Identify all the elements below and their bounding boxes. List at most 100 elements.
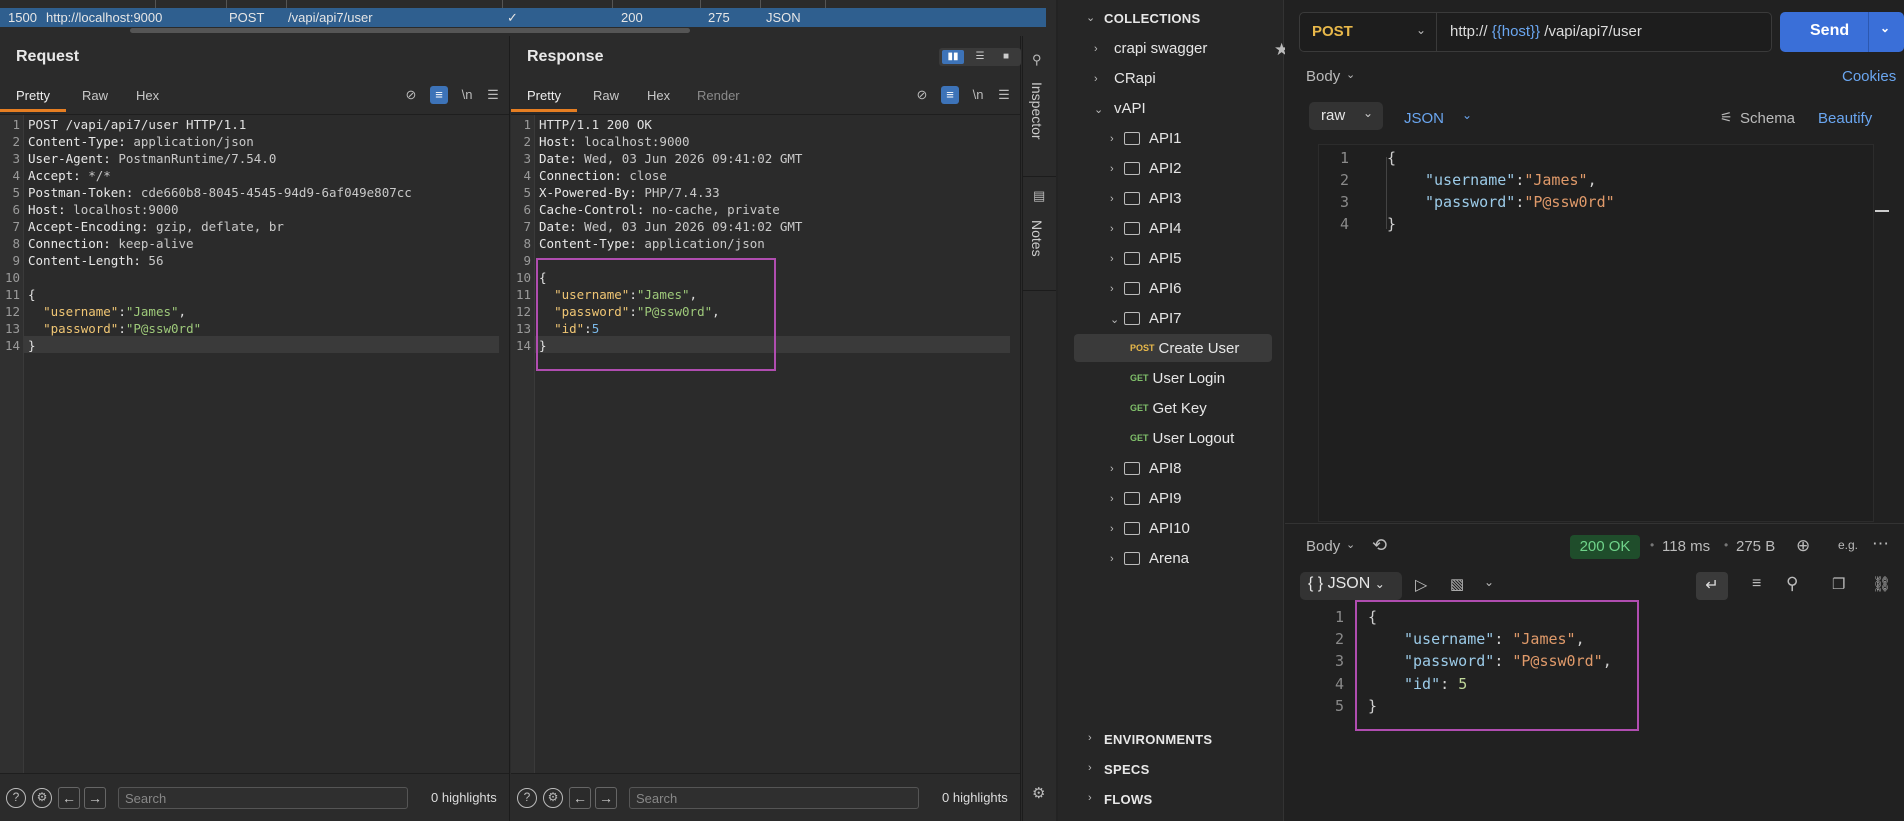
chevron-down-icon[interactable]: ⌄ (1110, 313, 1119, 326)
chevron-right-icon[interactable]: › (1110, 133, 1114, 145)
response-editor[interactable]: 1 HTTP/1.1 200 OK 2 Host: localhost:9000 3 Da… (511, 114, 1020, 773)
chevron-down-icon[interactable]: ⌄ (1462, 108, 1472, 122)
split-horizontal-icon[interactable]: ☰ (969, 50, 991, 64)
request-item[interactable]: GET User Login (1130, 370, 1225, 387)
image-icon[interactable]: ▧ (1450, 575, 1464, 593)
cookies-link[interactable]: Cookies (1842, 68, 1896, 85)
tab-pretty[interactable]: Pretty (511, 86, 577, 112)
hide-icon[interactable]: ⊘ (402, 86, 420, 104)
help-icon[interactable]: ? (517, 788, 537, 808)
search-icon[interactable]: ⚲ (1786, 574, 1798, 594)
body-tab[interactable]: Body (1306, 68, 1340, 85)
url-bar[interactable]: POST ⌄ http:// {{host}} /vapi/api7/user (1299, 12, 1772, 52)
chevron-right-icon[interactable]: › (1088, 732, 1092, 744)
notes-icon[interactable]: ▤ (1033, 188, 1045, 204)
chevron-down-icon[interactable]: ⌄ (1416, 23, 1426, 37)
request-editor[interactable]: 1 POST /vapi/api7/user HTTP/1.1 2 Content-T… (0, 114, 509, 773)
beautify-button[interactable]: Beautify (1818, 110, 1872, 127)
sidebar-section[interactable]: SPECS (1104, 762, 1150, 777)
tab-raw[interactable]: Raw (577, 86, 635, 112)
chevron-right-icon[interactable]: › (1110, 253, 1114, 265)
response-size[interactable]: 275 B (1736, 538, 1775, 555)
folder-item[interactable]: API5 (1149, 250, 1182, 267)
chevron-right-icon[interactable]: › (1110, 553, 1114, 565)
chevron-down-icon[interactable]: ⌄ (1484, 575, 1494, 589)
chevron-down-icon[interactable]: ⌄ (1094, 103, 1103, 116)
request-item[interactable]: GET Get Key (1130, 400, 1207, 417)
response-format-select[interactable]: { } JSON ⌄ (1300, 572, 1402, 600)
status-badge[interactable]: 200 OK (1570, 535, 1640, 559)
chevron-down-icon[interactable]: ⌄ (1346, 68, 1355, 81)
settings-icon[interactable]: ⚙ (543, 788, 563, 808)
notes-tab[interactable]: Notes (1029, 220, 1045, 257)
folder-item[interactable]: API7 (1149, 310, 1182, 327)
chevron-right-icon[interactable]: › (1110, 523, 1114, 535)
wrap-icon[interactable]: ≡ (430, 86, 448, 104)
collection-item[interactable]: crapi swagger (1114, 40, 1207, 57)
request-search-input[interactable]: Search (118, 787, 408, 809)
newline-toggle[interactable]: \n (969, 86, 987, 104)
sidebar-section[interactable]: ENVIRONMENTS (1104, 732, 1212, 747)
chevron-right-icon[interactable]: › (1110, 223, 1114, 235)
copy-icon[interactable]: ❐ (1832, 575, 1845, 593)
wrap-icon[interactable]: ≡ (941, 86, 959, 104)
collection-item[interactable]: CRapi (1114, 70, 1156, 87)
chevron-right-icon[interactable]: › (1088, 792, 1092, 804)
wrap-icon[interactable]: ↵ (1696, 572, 1728, 600)
body-mode-select[interactable]: raw ⌄ (1309, 102, 1383, 130)
response-body-viewer[interactable]: 1 2 3 4 5 { "username": "James", "passwo… (1300, 600, 1860, 738)
folder-item[interactable]: API3 (1149, 190, 1182, 207)
next-icon[interactable]: → (84, 787, 106, 809)
history-scrollbar[interactable] (130, 28, 690, 33)
folder-item[interactable]: API4 (1149, 220, 1182, 237)
schema-icon[interactable]: ⚟ (1720, 109, 1733, 126)
chevron-right-icon[interactable]: › (1110, 163, 1114, 175)
sidebar-section[interactable]: FLOWS (1104, 792, 1152, 807)
method-select[interactable]: POST (1312, 23, 1353, 40)
response-search-input[interactable]: Search (629, 787, 919, 809)
request-item[interactable]: POST Create User (1130, 340, 1239, 357)
tab-hex[interactable]: Hex (631, 86, 686, 112)
tab-pretty[interactable]: Pretty (0, 86, 66, 112)
history-icon[interactable]: ⟲ (1372, 535, 1387, 556)
play-icon[interactable]: ▷ (1415, 575, 1427, 595)
tab-raw[interactable]: Raw (66, 86, 124, 112)
more-icon[interactable]: ⋯ (1872, 534, 1889, 554)
settings-icon[interactable]: ⚙ (32, 788, 52, 808)
tab-render[interactable]: Render (681, 86, 756, 112)
help-icon[interactable]: ? (6, 788, 26, 808)
layout-toggle[interactable]: ▮▮ ☰ ■ (939, 48, 1021, 66)
single-pane-icon[interactable]: ■ (995, 50, 1017, 64)
folder-item[interactable]: API6 (1149, 280, 1182, 297)
menu-icon[interactable]: ☰ (995, 86, 1013, 104)
folder-item[interactable]: API1 (1149, 130, 1182, 147)
body-format-select[interactable]: JSON (1404, 110, 1444, 127)
menu-icon[interactable]: ☰ (484, 86, 502, 104)
chevron-down-icon[interactable]: ⌄ (1346, 538, 1355, 551)
response-time[interactable]: 118 ms (1662, 538, 1710, 555)
send-button[interactable]: Send ⌄ (1780, 12, 1904, 52)
example-icon[interactable]: e.g. (1838, 538, 1858, 552)
inspector-tab[interactable]: Inspector (1029, 82, 1045, 140)
folder-item[interactable]: API8 (1149, 460, 1182, 477)
newline-toggle[interactable]: \n (458, 86, 476, 104)
settings-icon[interactable]: ⚙ (1032, 784, 1045, 802)
chevron-right-icon[interactable]: › (1110, 283, 1114, 295)
collection-item[interactable]: vAPI (1114, 100, 1146, 117)
chevron-right-icon[interactable]: › (1110, 493, 1114, 505)
folder-item[interactable]: API9 (1149, 490, 1182, 507)
schema-button[interactable]: Schema (1740, 110, 1795, 127)
chevron-down-icon[interactable]: ⌄ (1880, 21, 1890, 35)
folder-item[interactable]: API2 (1149, 160, 1182, 177)
folder-item[interactable]: API10 (1149, 520, 1190, 537)
split-vertical-icon[interactable]: ▮▮ (942, 50, 964, 64)
tab-hex[interactable]: Hex (120, 86, 175, 112)
hide-icon[interactable]: ⊘ (913, 86, 931, 104)
url-input[interactable]: http:// {{host}} /vapi/api7/user (1450, 23, 1642, 40)
collections-header[interactable]: COLLECTIONS (1104, 11, 1200, 26)
inspector-icon[interactable]: ⚲ (1032, 52, 1042, 68)
chevron-right-icon[interactable]: › (1094, 43, 1098, 55)
prev-icon[interactable]: ← (569, 787, 591, 809)
chevron-right-icon[interactable]: › (1110, 463, 1114, 475)
history-row-selected[interactable]: 1500 http://localhost:9000 POST /vapi/ap… (0, 8, 1046, 27)
